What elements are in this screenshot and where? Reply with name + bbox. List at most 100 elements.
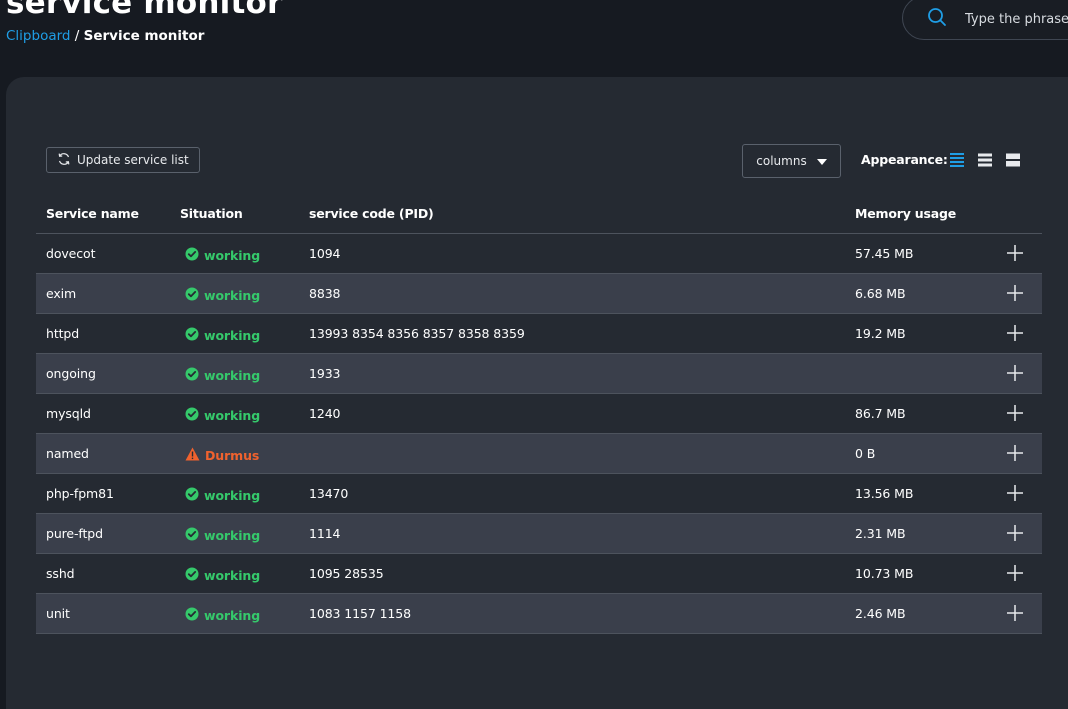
services-table: Service name Situation service code (PID…: [36, 193, 1042, 634]
status-text: working: [204, 408, 261, 423]
status-badge: working: [185, 487, 260, 504]
column-header-pid: service code (PID): [309, 206, 434, 221]
status-badge: Durmus: [185, 447, 259, 464]
status-text: working: [204, 328, 261, 343]
memory-usage: 19.2 MB: [855, 326, 906, 341]
memory-usage: 10.73 MB: [855, 566, 914, 581]
appearance-label: Appearance:: [861, 152, 948, 167]
status-badge: working: [185, 527, 260, 544]
memory-usage: 6.68 MB: [855, 286, 906, 301]
table-row: exim working 8838 6.68 MB: [36, 274, 1042, 314]
table-row: unit working 1083 1157 1158 2.46 MB: [36, 594, 1042, 634]
check-circle-icon: [185, 407, 199, 424]
search-box[interactable]: [902, 0, 1068, 40]
plus-icon: [1006, 525, 1024, 546]
table-row: mysqld working 1240 86.7 MB: [36, 394, 1042, 434]
expand-row-button[interactable]: [1006, 324, 1024, 342]
status-text: working: [204, 528, 261, 543]
expand-row-button[interactable]: [1006, 244, 1024, 262]
status-badge: working: [185, 327, 260, 344]
refresh-icon: [57, 152, 71, 169]
memory-usage: 0 B: [855, 446, 876, 461]
memory-usage: 13.56 MB: [855, 486, 914, 501]
service-pid: 1114: [309, 526, 341, 541]
expand-row-button[interactable]: [1006, 284, 1024, 302]
search-icon: [927, 7, 947, 31]
warning-icon: [185, 447, 200, 464]
check-circle-icon: [185, 607, 199, 624]
check-circle-icon: [185, 487, 199, 504]
column-header-situation: Situation: [180, 206, 243, 221]
plus-icon: [1006, 365, 1024, 386]
service-pid: 1933: [309, 366, 341, 381]
service-name: mysqld: [46, 406, 91, 421]
check-circle-icon: [185, 287, 199, 304]
view-large-button[interactable]: [1005, 152, 1021, 168]
status-text: working: [204, 608, 261, 623]
service-name: dovecot: [46, 246, 96, 261]
table-row: ongoing working 1933: [36, 354, 1042, 394]
memory-usage: 2.31 MB: [855, 526, 906, 541]
view-normal-button[interactable]: [977, 152, 993, 168]
table-row: httpd working 13993 8354 8356 8357 8358 83…: [36, 314, 1042, 354]
caret-down-icon: [816, 154, 827, 168]
update-service-list-label: Update service list: [77, 153, 189, 167]
status-badge: working: [185, 367, 260, 384]
service-pid: 8838: [309, 286, 341, 301]
memory-usage: 86.7 MB: [855, 406, 906, 421]
memory-usage: 2.46 MB: [855, 606, 906, 621]
expand-row-button[interactable]: [1006, 444, 1024, 462]
columns-label: columns: [756, 154, 807, 168]
status-text: working: [204, 368, 261, 383]
service-name: pure-ftpd: [46, 526, 103, 541]
expand-row-button[interactable]: [1006, 364, 1024, 382]
page-title: service monitor: [6, 0, 283, 21]
service-pid: 1240: [309, 406, 341, 421]
status-text: working: [204, 248, 261, 263]
status-badge: working: [185, 287, 260, 304]
expand-row-button[interactable]: [1006, 564, 1024, 582]
page: service monitor Clipboard / Service moni…: [0, 0, 1068, 709]
status-badge: working: [185, 407, 260, 424]
expand-row-button[interactable]: [1006, 484, 1024, 502]
service-name: exim: [46, 286, 77, 301]
service-pid: 1083 1157 1158: [309, 606, 411, 621]
status-text: working: [204, 288, 261, 303]
service-pid: 1095 28535: [309, 566, 384, 581]
list-icon: [978, 153, 992, 167]
service-name: unit: [46, 606, 70, 621]
plus-icon: [1006, 405, 1024, 426]
status-badge: working: [185, 607, 260, 624]
plus-icon: [1006, 485, 1024, 506]
service-pid: 13470: [309, 486, 349, 501]
columns-dropdown-button[interactable]: columns: [742, 144, 841, 178]
status-badge: working: [185, 247, 260, 264]
service-name: php-fpm81: [46, 486, 114, 501]
breadcrumb-separator: /: [74, 28, 80, 44]
check-circle-icon: [185, 527, 199, 544]
service-pid: 1094: [309, 246, 341, 261]
column-header-memory: Memory usage: [855, 206, 956, 221]
plus-icon: [1006, 565, 1024, 586]
expand-row-button[interactable]: [1006, 404, 1024, 422]
breadcrumb: Clipboard / Service monitor: [6, 28, 204, 44]
view-compact-button[interactable]: [949, 152, 965, 168]
column-header-service-name: Service name: [46, 206, 139, 221]
large-list-icon: [1006, 153, 1020, 167]
plus-icon: [1006, 245, 1024, 266]
status-badge: working: [185, 567, 260, 584]
breadcrumb-link-clipboard[interactable]: Clipboard: [6, 28, 70, 44]
check-circle-icon: [185, 247, 199, 264]
status-text: working: [204, 568, 261, 583]
expand-row-button[interactable]: [1006, 524, 1024, 542]
service-name: named: [46, 446, 89, 461]
table-row: dovecot working 1094 57.45 MB: [36, 234, 1042, 274]
plus-icon: [1006, 605, 1024, 626]
table-row: pure-ftpd working 1114 2.31 MB: [36, 514, 1042, 554]
check-circle-icon: [185, 367, 199, 384]
update-service-list-button[interactable]: Update service list: [46, 147, 200, 173]
status-text: Durmus: [205, 448, 260, 463]
search-input[interactable]: [963, 7, 1068, 31]
plus-icon: [1006, 445, 1024, 466]
expand-row-button[interactable]: [1006, 604, 1024, 622]
